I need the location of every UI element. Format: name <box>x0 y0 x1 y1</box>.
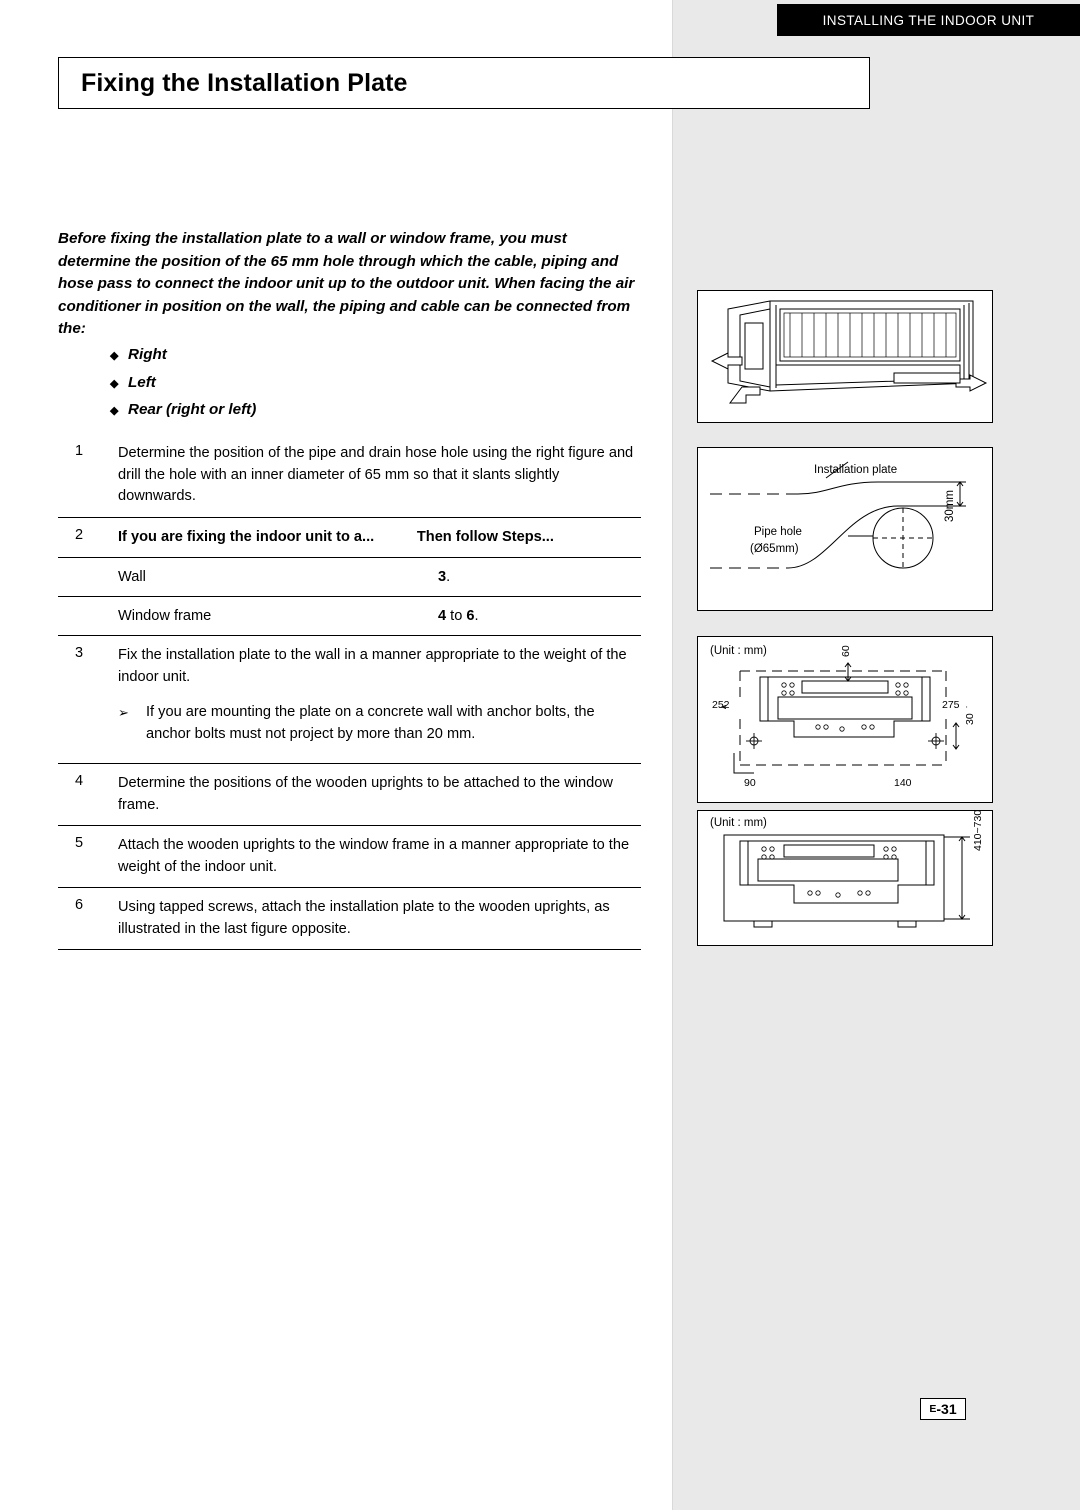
table-cell-period: . <box>446 569 451 585</box>
page-number-prefix: E <box>929 1403 937 1415</box>
arrow-bullet-icon: ➢ <box>118 705 129 720</box>
step-3: 3 Fix the installation plate to the wall… <box>58 636 641 764</box>
step-text: Fix the installation plate to the wall i… <box>118 647 627 685</box>
step-3-note: ➢ If you are mounting the plate on a con… <box>118 702 641 745</box>
step-text: Determine the positions of the wooden up… <box>118 775 613 813</box>
dimension-410-730: 410~730 <box>972 809 984 851</box>
bottom-left-arrow-icon <box>729 386 761 404</box>
dimension-252: 252 <box>712 699 730 711</box>
table-cell-to: to <box>446 608 467 624</box>
figure-plate-dimensions-top: (Unit : mm) 252 275 60 30 90 140 <box>697 636 993 803</box>
plate-dimensions-top-diagram <box>720 662 968 774</box>
step-4: 4 Determine the positions of the wooden … <box>58 764 641 826</box>
page-title-box: Fixing the Installation Plate <box>58 57 870 109</box>
column-divider <box>672 0 673 1510</box>
pipe-hole-diameter-label: (Ø65mm) <box>750 543 799 555</box>
step-text: Attach the wooden uprights to the window… <box>118 837 630 875</box>
figure-pipe-hole: Installation plate Pipe hole (Ø65mm) 30m… <box>697 447 993 611</box>
diamond-bullet-icon: ◆ <box>110 377 119 390</box>
table-cell-period: . <box>474 608 479 624</box>
step-6: 6 Using tapped screws, attach the instal… <box>58 888 641 950</box>
table-cell-step-ref-start: 4 <box>438 608 447 624</box>
dimension-30: 30 <box>964 713 976 725</box>
step-number: 6 <box>74 897 84 913</box>
table-cell-condition: Window frame <box>118 608 212 624</box>
table-row: Wall 3. <box>58 558 641 597</box>
page-number: E -31 <box>920 1398 966 1420</box>
connection-direction-list: ◆ Right ◆ Left ◆ Rear (right or left) <box>110 342 510 425</box>
running-header-text: INSTALLING THE INDOOR UNIT <box>822 12 1035 28</box>
list-item: ◆ Right <box>110 342 510 370</box>
table-cell-step-ref: 3 <box>438 569 447 585</box>
dimension-90: 90 <box>744 777 756 789</box>
dimension-60: 60 <box>840 645 852 657</box>
step-2: 2 If you are fixing the indoor unit to a… <box>58 518 641 636</box>
table-header-condition: If you are fixing the indoor unit to a..… <box>118 528 375 545</box>
page-title: Fixing the Installation Plate <box>81 69 408 97</box>
intro-paragraph: Before fixing the installation plate to … <box>58 230 635 338</box>
dimension-30mm-label: 30mm <box>944 490 956 522</box>
diamond-bullet-icon: ◆ <box>110 405 119 417</box>
step-text: Determine the position of the pipe and d… <box>118 445 634 504</box>
table-cell-action: 3. <box>438 569 638 585</box>
list-item-label: Rear (right or left) <box>128 401 257 418</box>
running-header: INSTALLING THE INDOOR UNIT <box>777 4 1080 36</box>
step-3-note-text: If you are mounting the plate on a concr… <box>146 704 595 742</box>
list-item-label: Left <box>128 373 156 391</box>
unit-label: (Unit : mm) <box>710 817 767 829</box>
figure-plate-dimensions-bottom: (Unit : mm) 410~730 <box>697 810 993 946</box>
plate-dimensions-bottom-diagram <box>723 834 970 928</box>
table-cell-step-ref-end: 6 <box>466 608 475 624</box>
list-item-label: Right <box>128 346 167 363</box>
installation-plate-label: Installation plate <box>814 464 898 476</box>
diamond-bullet-icon: ◆ <box>110 350 119 362</box>
dimension-275: 275 <box>942 699 960 711</box>
list-item: ◆ Left <box>110 370 510 398</box>
procedure-steps: 1 Determine the position of the pipe and… <box>58 434 641 950</box>
page-number-suffix: -31 <box>936 1401 957 1417</box>
dimension-140: 140 <box>894 777 912 789</box>
list-item: ◆ Rear (right or left) <box>110 397 510 425</box>
table-row: Window frame 4 to 6. <box>58 597 641 636</box>
step-number: 4 <box>74 773 84 789</box>
step-number: 2 <box>74 526 84 543</box>
step-text: Using tapped screws, attach the installa… <box>118 899 610 937</box>
figure-indoor-unit <box>697 290 993 423</box>
pipe-hole-label: Pipe hole <box>754 526 802 538</box>
step-5: 5 Attach the wooden uprights to the wind… <box>58 826 641 888</box>
step-number: 1 <box>74 443 84 459</box>
step-number: 3 <box>74 645 84 661</box>
step-2-header-row: If you are fixing the indoor unit to a..… <box>58 527 641 558</box>
step-1: 1 Determine the position of the pipe and… <box>58 434 641 518</box>
table-cell-action: 4 to 6. <box>438 608 638 624</box>
table-cell-condition: Wall <box>118 569 146 585</box>
unit-label: (Unit : mm) <box>710 645 767 657</box>
indoor-unit-diagram <box>710 300 988 404</box>
step-number: 5 <box>74 835 84 851</box>
table-header-action: Then follow Steps... <box>416 528 554 545</box>
